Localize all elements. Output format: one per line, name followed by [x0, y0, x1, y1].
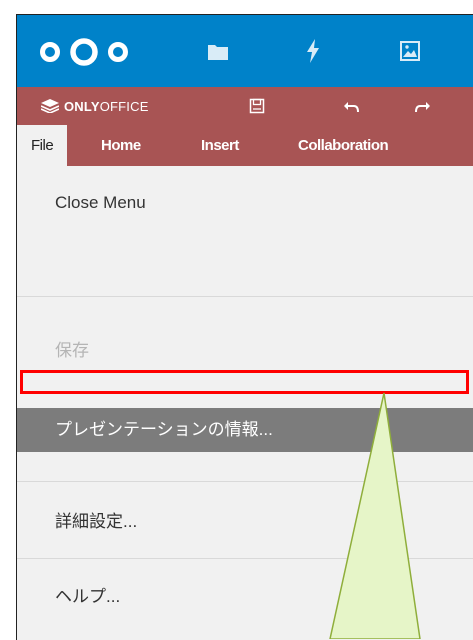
- menu-item-presentation-info[interactable]: プレゼンテーションの情報...: [17, 408, 473, 452]
- file-menu: Close Menu 保存 プレゼンテーションの情報... 詳細設定... ヘル…: [17, 166, 473, 640]
- undo-icon[interactable]: [343, 101, 359, 113]
- menu-item-blank[interactable]: [17, 386, 473, 410]
- nextcloud-logo-icon[interactable]: [39, 37, 129, 67]
- menu-item-save: 保存: [55, 341, 89, 360]
- image-icon[interactable]: [400, 41, 420, 61]
- app-window: ONLYOFFICE File Home Insert Collaboratio…: [16, 14, 473, 640]
- redo-icon[interactable]: [415, 101, 431, 113]
- folder-icon[interactable]: [207, 43, 229, 61]
- menu-divider: [17, 296, 473, 297]
- activity-bolt-icon[interactable]: [306, 39, 320, 63]
- nextcloud-header: [17, 15, 473, 87]
- menu-item-help[interactable]: ヘルプ...: [17, 562, 473, 632]
- tab-collaboration[interactable]: Collaboration: [298, 125, 389, 166]
- ribbon-tabs: File Home Insert Collaboration: [17, 125, 473, 166]
- onlyoffice-toolbar: ONLYOFFICE: [17, 87, 473, 125]
- onlyoffice-brand: ONLYOFFICE: [41, 98, 149, 114]
- menu-item-advanced-settings[interactable]: 詳細設定...: [17, 486, 473, 558]
- save-icon[interactable]: [249, 98, 265, 114]
- menu-divider: [17, 481, 473, 482]
- tab-home[interactable]: Home: [101, 125, 141, 166]
- tab-insert[interactable]: Insert: [201, 125, 239, 166]
- onlyoffice-logo-icon: [41, 99, 59, 113]
- tab-file[interactable]: File: [17, 125, 68, 166]
- onlyoffice-brand-text: ONLYOFFICE: [64, 98, 149, 114]
- menu-divider: [17, 558, 473, 559]
- menu-item-close-menu[interactable]: Close Menu: [17, 166, 473, 240]
